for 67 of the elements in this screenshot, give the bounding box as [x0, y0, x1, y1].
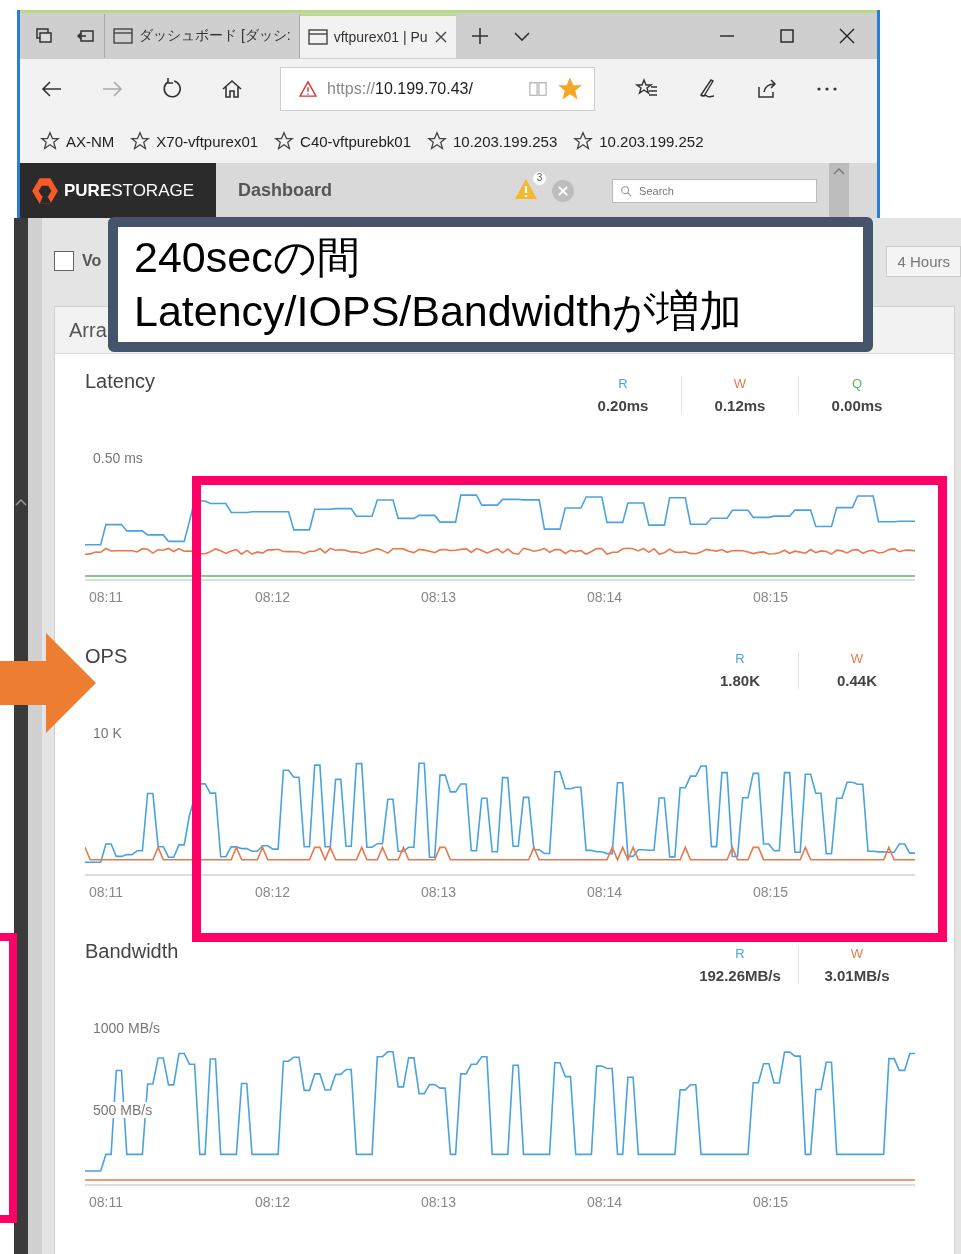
chart-title: OPS: [85, 645, 128, 668]
maximize-icon[interactable]: [779, 28, 795, 44]
address-bar[interactable]: https://10.199.70.43/: [280, 67, 595, 111]
star-icon: [427, 131, 447, 151]
axis-label: 08:14: [587, 1194, 624, 1210]
tabs-icon[interactable]: [34, 26, 54, 46]
axis-label: 08:12: [255, 589, 292, 605]
star-icon: [130, 131, 151, 151]
axis-label: 08:11: [89, 589, 124, 605]
warning-icon: [299, 81, 317, 97]
axis-label: 08:12: [255, 884, 292, 900]
time-range-button[interactable]: 4 Hours: [886, 245, 961, 277]
axis-label: 08:12: [255, 1194, 292, 1210]
axis-label: 08:13: [421, 1194, 458, 1210]
axis-label: 08:11: [89, 884, 124, 900]
axis-label: 08:13: [421, 589, 458, 605]
favorite-link[interactable]: 10.203.199.253: [427, 131, 558, 151]
metric-reading: R 1.80K: [719, 651, 761, 689]
favorite-link[interactable]: X70-vftpurex01: [130, 131, 259, 151]
metric-reading: W 0.44K: [798, 651, 915, 689]
favorite-link[interactable]: 10.203.199.252: [573, 131, 704, 151]
annotation-text: 240secの間: [134, 231, 361, 283]
metric-reading: Q 0.00ms: [798, 376, 915, 414]
star-icon: [274, 131, 295, 151]
axis-label: 08:15: [753, 884, 790, 900]
page-title: Dashboard: [238, 180, 334, 201]
share-icon[interactable]: [755, 77, 779, 101]
chart-title: Latency: [85, 370, 156, 393]
metric-reading: R 0.20ms: [596, 376, 650, 414]
plus-icon[interactable]: [469, 26, 490, 46]
chevron-up-icon[interactable]: [15, 498, 27, 506]
favorite-link[interactable]: AX-NM: [40, 131, 115, 151]
panel-title: Arra: [69, 318, 107, 342]
window-icon: [113, 28, 133, 44]
star-icon: [40, 131, 60, 151]
home-icon[interactable]: [220, 77, 244, 101]
axis-label: 1000 MB/s: [93, 1020, 161, 1036]
browser-tab[interactable]: ダッシュボード [ダッシ:: [104, 14, 299, 58]
axis-label: 500 MB/s: [93, 1102, 153, 1118]
axis-label: 10 K: [93, 725, 123, 741]
logo[interactable]: PURESTORAGE: [20, 163, 217, 218]
axis-label: 08:15: [753, 589, 790, 605]
annotation-text: Latency/IOPS/Bandwidthが増加: [134, 285, 744, 337]
axis-label: 08:15: [753, 1194, 790, 1210]
checkbox[interactable]: [54, 251, 74, 271]
metric-reading: W 0.12ms: [681, 376, 798, 414]
close-icon[interactable]: [839, 28, 855, 44]
axis-label: 08:11: [89, 1194, 124, 1210]
metric-reading: R 192.26MB/s: [698, 946, 782, 984]
browser-tab[interactable]: vftpurex01 | Pu: [298, 14, 456, 58]
window-icon: [307, 29, 328, 45]
alert-count-badge: 3: [533, 171, 547, 185]
chart-title: Bandwidth: [85, 940, 179, 963]
metric-reading: W 3.01MB/s: [798, 946, 915, 984]
axis-label: 0.50 ms: [93, 450, 144, 466]
favorite-star-icon[interactable]: [558, 77, 582, 101]
close-icon[interactable]: [433, 30, 448, 44]
axis-label: 08:13: [421, 884, 458, 900]
axis-label: 08:14: [587, 589, 624, 605]
star-icon: [573, 131, 594, 151]
scrollbar[interactable]: [829, 163, 850, 218]
search-field[interactable]: Search: [612, 178, 818, 203]
axis-label: 08:14: [587, 884, 624, 900]
refresh-icon[interactable]: [160, 77, 184, 101]
checkbox-label: Vo: [82, 252, 102, 270]
favorite-link[interactable]: C40-vftpurebk01: [274, 131, 411, 151]
url-text: https://10.199.70.43/: [327, 80, 474, 98]
